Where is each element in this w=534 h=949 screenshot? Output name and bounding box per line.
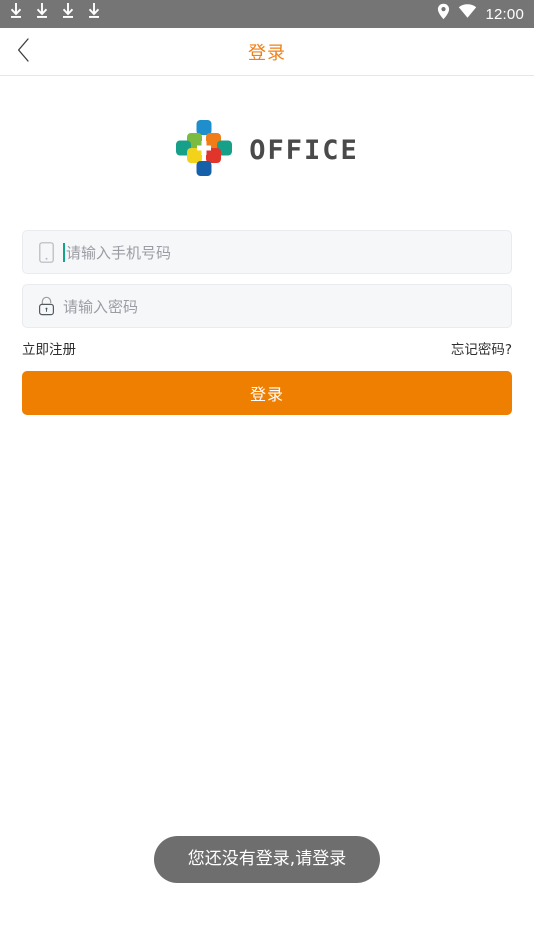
download-icon-3: [60, 3, 76, 25]
text-caret: [63, 242, 65, 262]
brand-name: OFFICE: [249, 135, 359, 166]
login-button[interactable]: 登录: [22, 371, 512, 415]
download-icon-4: [86, 3, 102, 25]
location-pin-icon: [437, 3, 450, 25]
back-button[interactable]: [0, 28, 46, 76]
chevron-left-icon: [17, 37, 30, 67]
phone-input-placeholder: 请输入手机号码: [66, 243, 172, 262]
lock-icon: [37, 296, 55, 316]
password-input-placeholder: 请输入密码: [63, 297, 139, 316]
wifi-icon: [458, 4, 477, 24]
forgot-password-link[interactable]: 忘记密码?: [451, 338, 512, 358]
login-form: 请输入手机号码 请输入密码 立即注册 忘记密码? 登录: [0, 230, 534, 415]
status-bar: 12:00: [0, 0, 534, 28]
brand-logo: OFFICE: [0, 119, 534, 182]
phone-icon: [37, 241, 55, 263]
page-title: 登录: [248, 42, 286, 64]
download-icon-2: [34, 3, 50, 25]
form-links: 立即注册 忘记密码?: [22, 338, 512, 358]
register-link[interactable]: 立即注册: [22, 338, 76, 358]
status-bar-right: 12:00: [437, 3, 524, 25]
login-screen: 12:00 登录 OFFICE 请输入手机号码 请输入密码 立即注册 忘记密码?…: [0, 0, 534, 949]
download-icon-1: [8, 3, 24, 25]
password-input[interactable]: 请输入密码: [22, 284, 512, 328]
page-header: 登录: [0, 28, 534, 76]
office-cross-logo-icon: [175, 119, 233, 182]
phone-input[interactable]: 请输入手机号码: [22, 230, 512, 274]
status-bar-left: [8, 3, 102, 25]
status-bar-clock: 12:00: [485, 5, 524, 23]
